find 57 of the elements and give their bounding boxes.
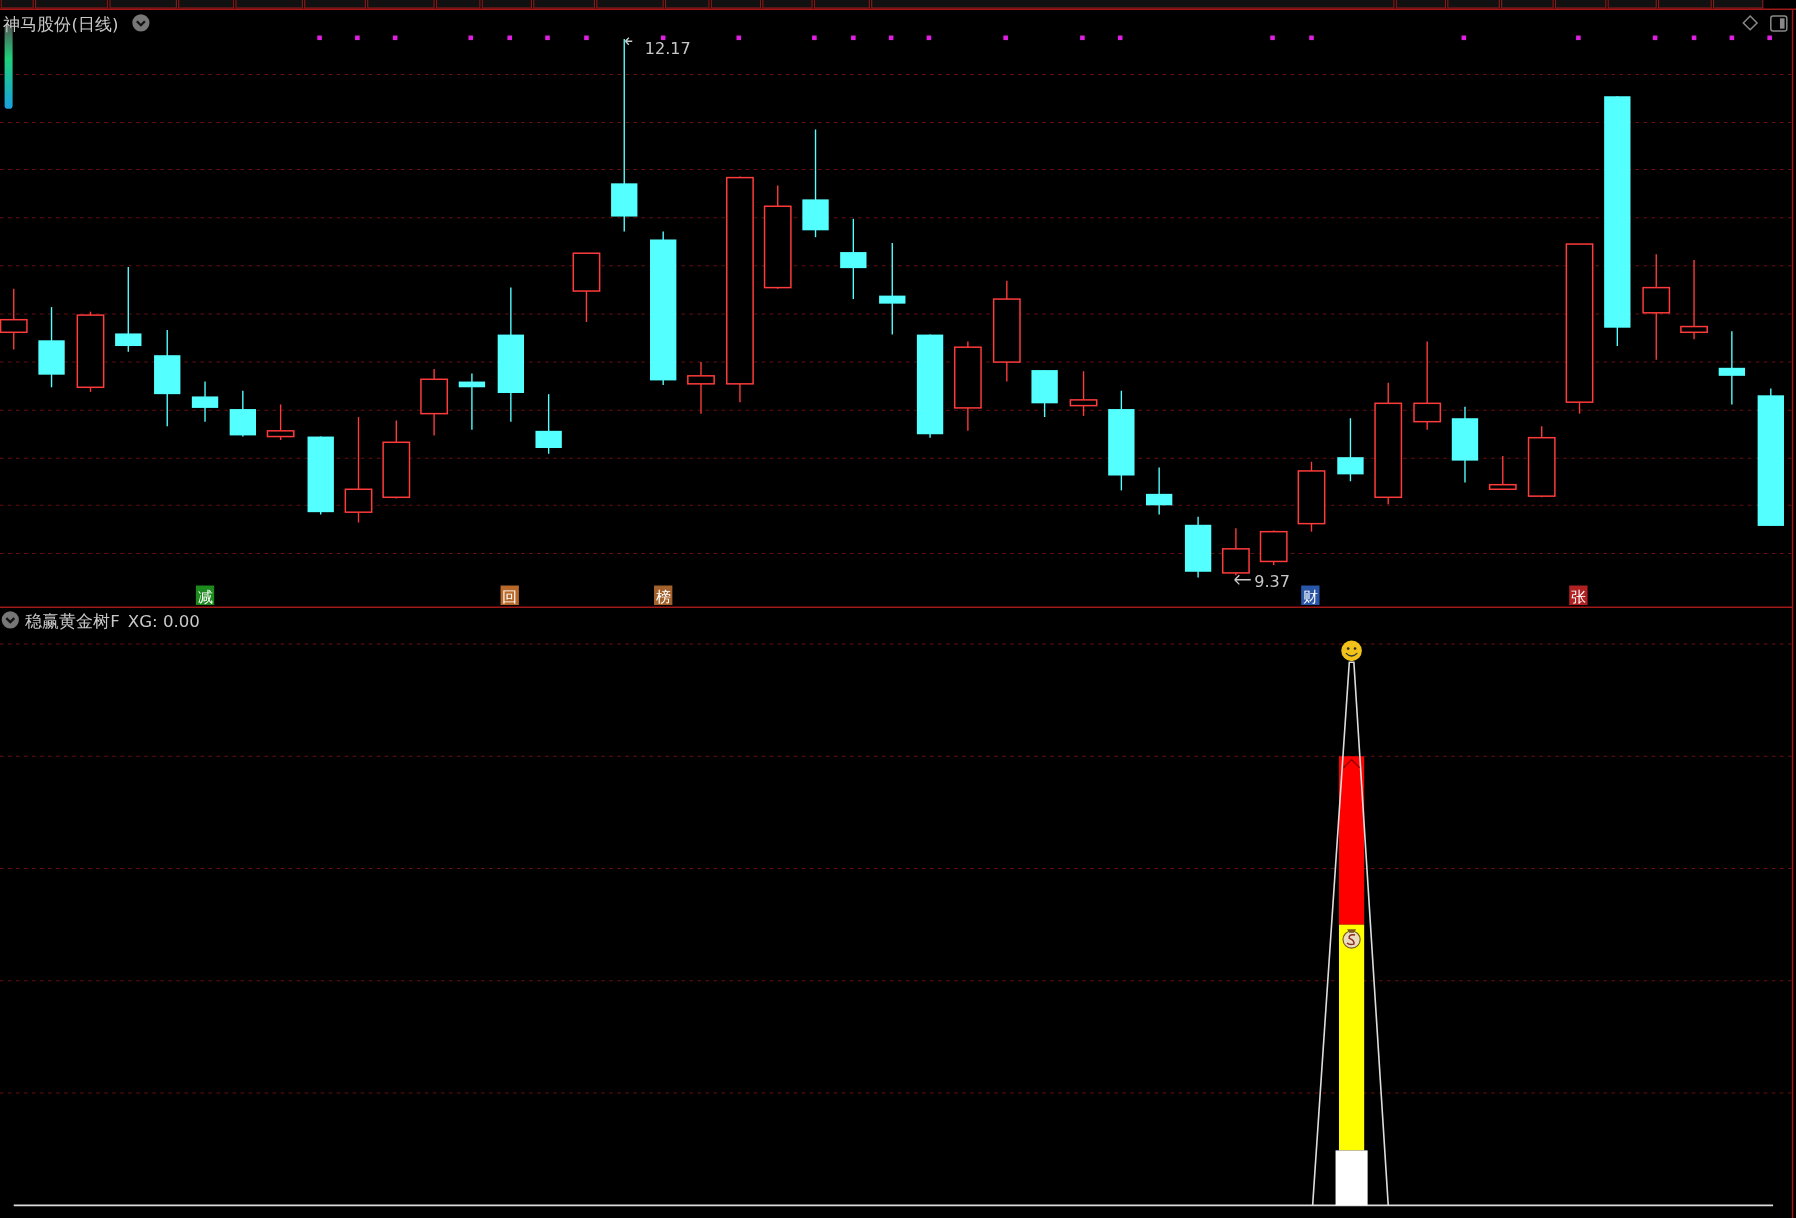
smiley-icon: [1341, 640, 1362, 662]
toolbar-tab[interactable]: [1501, 0, 1554, 9]
high-price-label: 12.17: [644, 38, 691, 58]
panel-icon[interactable]: [1770, 15, 1788, 32]
toolbar-tab[interactable]: [596, 0, 664, 9]
signal-tag: 榜: [654, 585, 673, 606]
toolbar-tab[interactable]: [1657, 0, 1712, 9]
indicator-value: XG: 0.00: [127, 611, 200, 631]
candlestick: [1297, 461, 1326, 533]
candlestick: [1221, 527, 1250, 576]
toolbar-tab[interactable]: [1447, 0, 1500, 9]
signal-tag: 张: [1569, 585, 1588, 606]
candlestick: [1184, 516, 1212, 579]
candlestick: [1146, 466, 1173, 516]
low-price-label: 9.37: [1254, 571, 1290, 591]
toolbar-tab[interactable]: [481, 0, 533, 9]
toolbar-tab[interactable]: [1395, 0, 1447, 9]
diamond-icon[interactable]: [1742, 15, 1759, 31]
toolbar-tab[interactable]: [435, 0, 481, 9]
candlestick: [1259, 529, 1288, 566]
signal-tag: 财: [1301, 585, 1320, 606]
toolbar-tab[interactable]: [0, 0, 34, 9]
toolbar-tab[interactable]: [710, 0, 762, 9]
candlestick: [266, 403, 295, 441]
indicator-name: 稳赢黄金树F: [25, 611, 120, 631]
toolbar-tab[interactable]: [1712, 0, 1764, 9]
toolbar-tab[interactable]: [664, 0, 710, 9]
toolbar-tab[interactable]: [813, 0, 870, 9]
toolbar-tab[interactable]: [533, 0, 596, 9]
candlestick: [1337, 417, 1364, 482]
toolbar-tab[interactable]: [762, 0, 813, 9]
arrow-icon: [624, 37, 633, 46]
toolbar-tab[interactable]: [304, 0, 366, 9]
toolbar-tab[interactable]: [235, 0, 303, 9]
signal-tag: 减: [195, 585, 215, 606]
toolbar-tab[interactable]: [367, 0, 435, 9]
candlestick: [229, 390, 256, 438]
candlestick: [458, 372, 486, 431]
candlestick: [535, 393, 562, 455]
arrow-icon: [1234, 574, 1252, 586]
candlestick: [1069, 370, 1098, 417]
toolbar-tab[interactable]: [178, 0, 235, 9]
candlestick: [0, 288, 28, 351]
candlestick: [191, 380, 219, 423]
signal-tag: 回: [500, 585, 519, 606]
stock-title: 神马股份(日线): [3, 14, 119, 34]
candlestick: [420, 368, 449, 437]
dropdown-icon[interactable]: [132, 14, 150, 32]
toolbar-tab[interactable]: [1554, 0, 1607, 9]
candlestick: [687, 361, 715, 415]
toolbar-tab[interactable]: [109, 0, 177, 9]
candlestick: [1488, 455, 1517, 490]
dropdown-icon[interactable]: [1, 611, 19, 629]
candlestick: [572, 252, 601, 323]
money-bag-icon: [1342, 929, 1361, 949]
candlestick: [1031, 369, 1058, 418]
toolbar-tab[interactable]: [1607, 0, 1657, 9]
